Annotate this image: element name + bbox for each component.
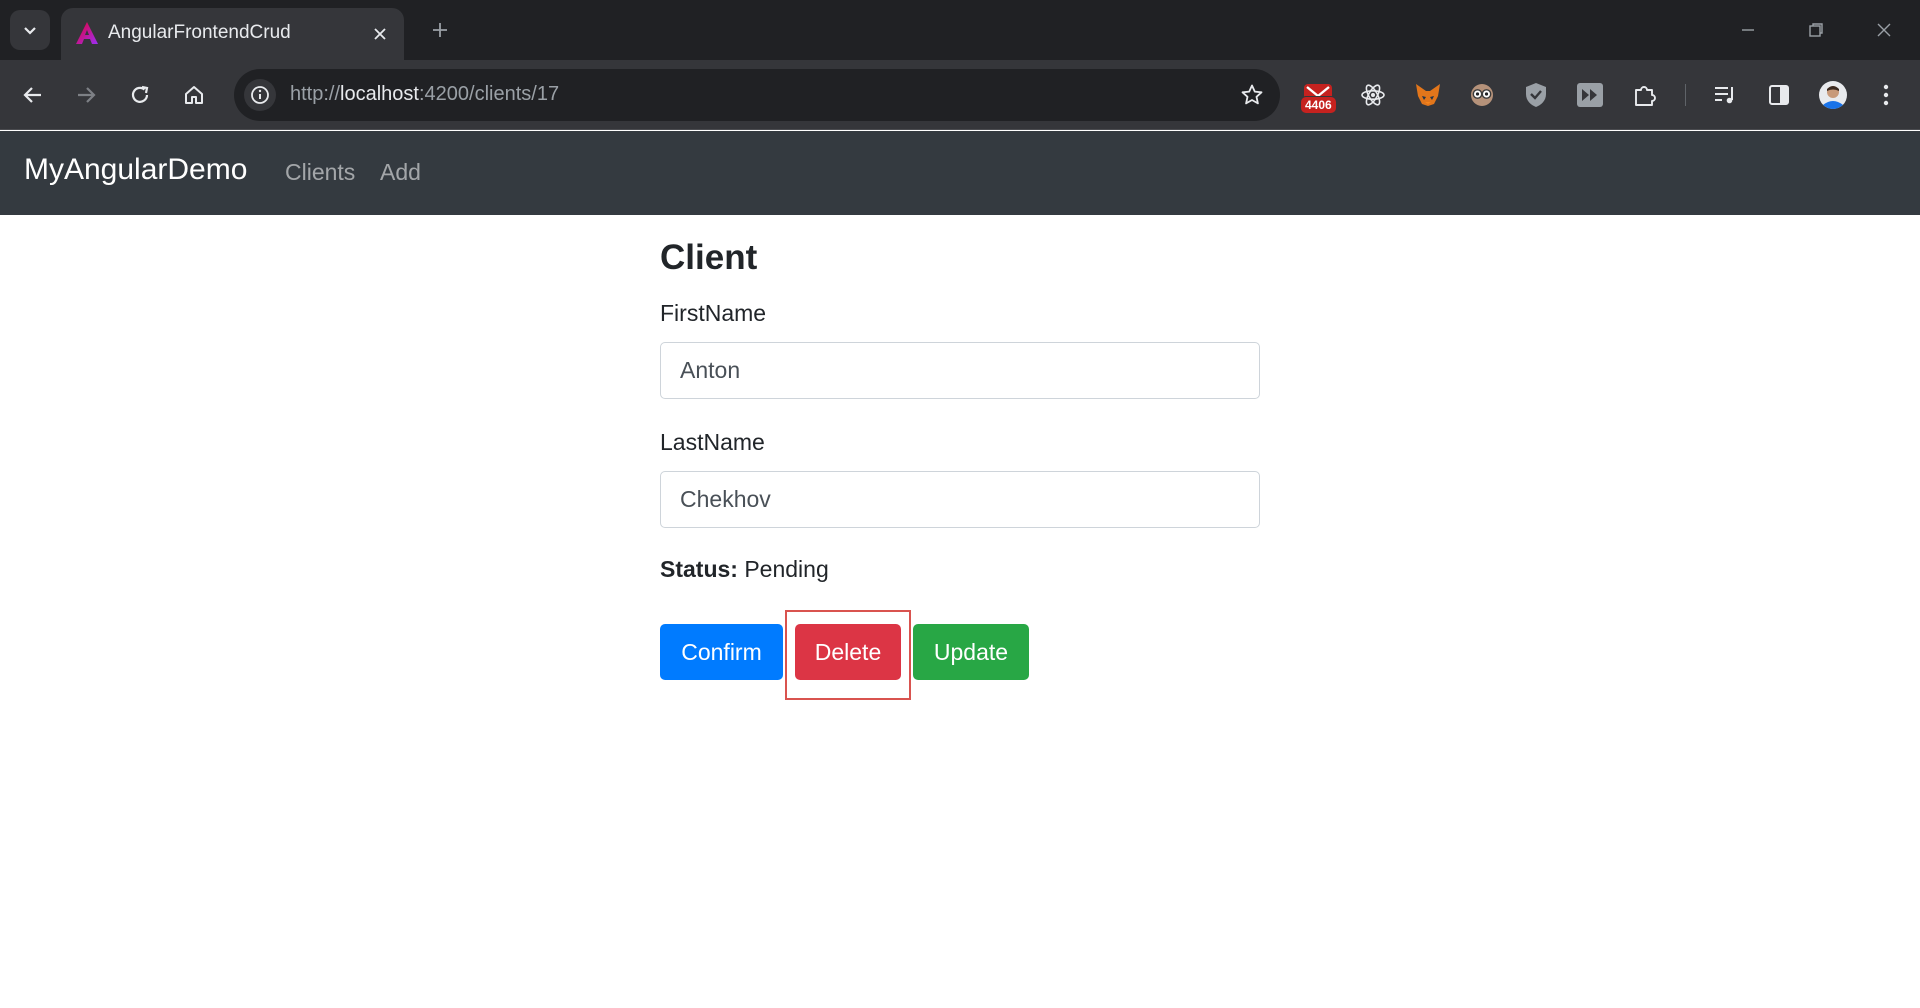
browser-tab-bar: AngularFrontendCrud <box>0 0 1920 60</box>
toolbar-divider <box>1685 84 1686 106</box>
reload-button[interactable] <box>120 75 160 115</box>
tab-search-button[interactable] <box>10 10 50 50</box>
page-title: Client <box>660 238 758 277</box>
status-line: Status: Pending <box>660 556 829 583</box>
media-controls-button[interactable] <box>1707 77 1743 113</box>
info-icon <box>251 86 269 104</box>
more-vertical-icon <box>1883 84 1889 106</box>
chevron-down-icon <box>24 27 36 35</box>
home-icon <box>185 86 203 104</box>
extension-shield-button[interactable] <box>1518 77 1554 113</box>
side-panel-icon <box>1769 85 1789 105</box>
extension-fastforward-button[interactable] <box>1572 77 1608 113</box>
back-button[interactable] <box>13 75 53 115</box>
client-form: Client FirstName LastName Status: Pendin… <box>660 238 1260 700</box>
last-name-input[interactable] <box>660 471 1260 528</box>
site-info-button[interactable] <box>244 79 276 111</box>
tab-close-button[interactable] <box>368 22 392 46</box>
tab-title: AngularFrontendCrud <box>108 22 291 43</box>
first-name-input[interactable] <box>660 342 1260 399</box>
last-name-label: LastName <box>660 429 765 455</box>
browser-tab-active[interactable]: AngularFrontendCrud <box>61 8 404 60</box>
playlist-icon <box>1715 87 1733 104</box>
home-button[interactable] <box>174 75 214 115</box>
confirm-button[interactable]: Confirm <box>660 624 783 680</box>
browser-menu-button[interactable] <box>1868 77 1904 113</box>
profile-avatar-button[interactable] <box>1815 77 1851 113</box>
extension-react-button[interactable] <box>1355 77 1391 113</box>
owl-icon <box>1471 84 1493 106</box>
delete-button[interactable]: Delete <box>795 624 901 680</box>
address-bar[interactable]: http://localhost:4200/clients/17 <box>234 69 1280 121</box>
app-navbar: MyAngularDemo Clients Add <box>0 131 1920 215</box>
nav-link-clients[interactable]: Clients <box>285 159 355 186</box>
url-text: http://localhost:4200/clients/17 <box>290 83 560 105</box>
extension-metamask-button[interactable] <box>1410 77 1446 113</box>
restore-icon <box>1809 23 1823 37</box>
side-panel-button[interactable] <box>1761 77 1797 113</box>
fox-icon <box>1416 84 1440 106</box>
update-button[interactable]: Update <box>913 624 1029 680</box>
plus-icon <box>433 23 447 37</box>
first-name-label: FirstName <box>660 300 767 326</box>
bookmark-star-button[interactable] <box>1238 81 1266 109</box>
status-value: Pending <box>744 556 829 582</box>
extension-badge: 4406 <box>1300 96 1337 114</box>
new-tab-button[interactable] <box>423 13 457 47</box>
status-label: Status: <box>660 556 738 582</box>
forward-button[interactable] <box>66 75 106 115</box>
close-icon <box>1877 23 1891 37</box>
fast-forward-icon <box>1577 83 1603 107</box>
nav-link-add[interactable]: Add <box>380 159 421 186</box>
extensions-menu-button[interactable] <box>1627 77 1663 113</box>
arrow-right-icon <box>78 87 96 103</box>
browser-toolbar: http://localhost:4200/clients/17 <box>0 60 1920 130</box>
minimize-icon <box>1742 29 1754 31</box>
puzzle-icon <box>1635 86 1656 106</box>
angular-logo-icon <box>76 22 98 44</box>
close-window-button[interactable] <box>1856 10 1912 50</box>
extension-owl-button[interactable] <box>1464 77 1500 113</box>
avatar <box>1819 81 1847 109</box>
restore-button[interactable] <box>1788 10 1844 50</box>
star-icon <box>1241 84 1263 105</box>
close-icon <box>374 28 386 40</box>
navbar-brand[interactable]: MyAngularDemo <box>24 153 247 187</box>
minimize-button[interactable] <box>1720 10 1776 50</box>
react-atom-icon <box>1361 84 1385 106</box>
arrow-left-icon <box>23 87 41 103</box>
shield-icon <box>1526 83 1546 107</box>
reload-icon <box>131 85 149 103</box>
